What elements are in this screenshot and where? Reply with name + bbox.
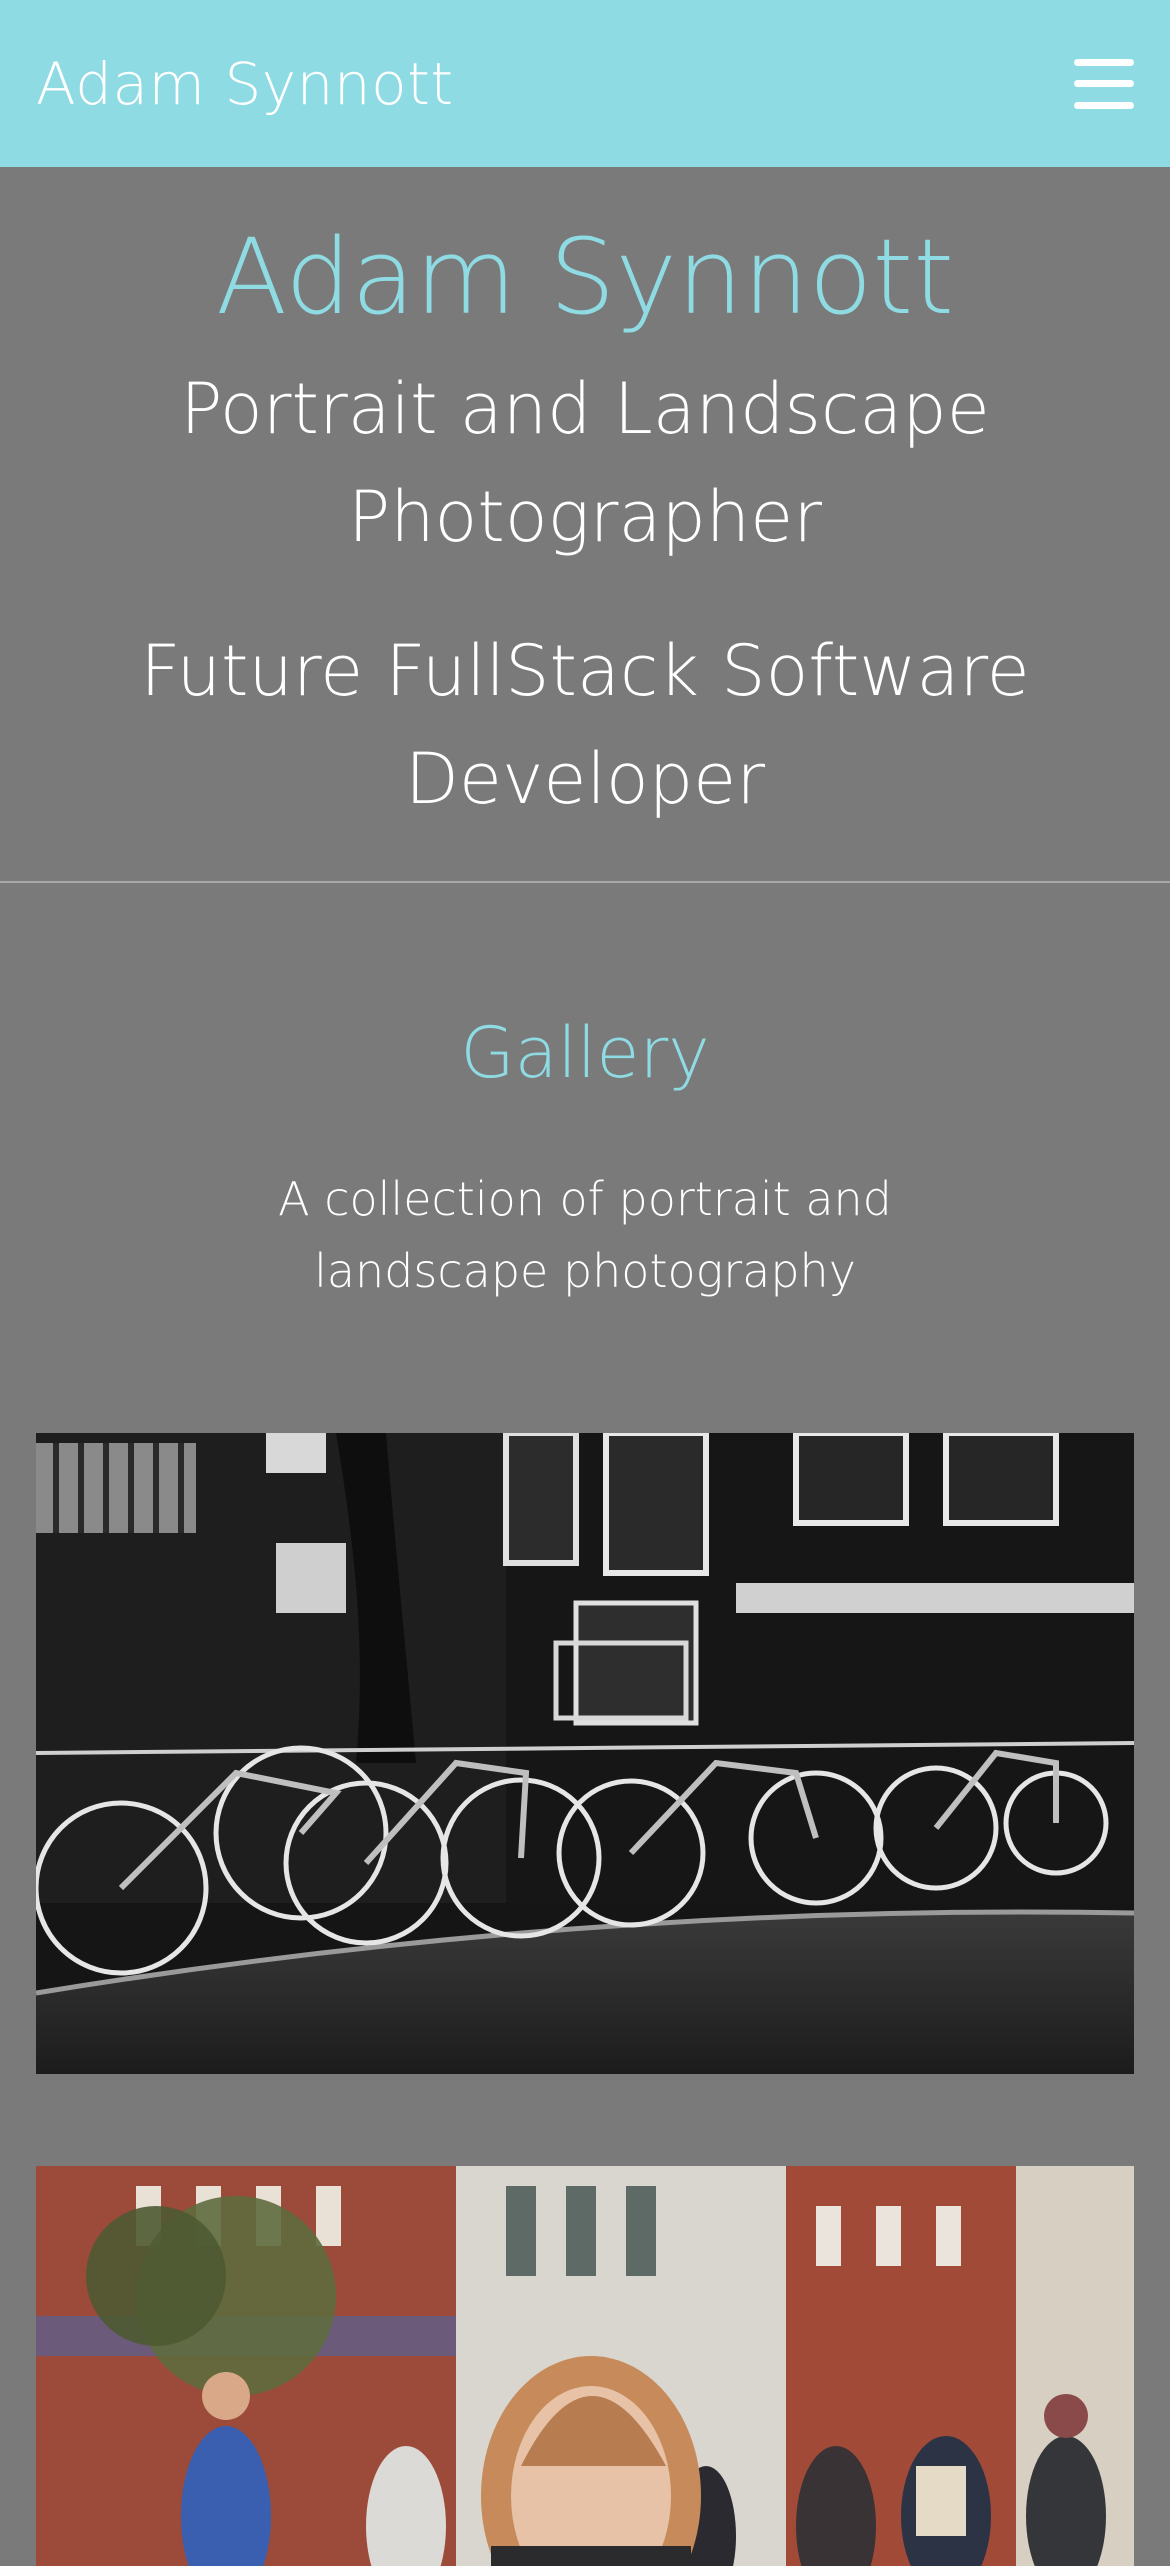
gallery-photo-street-portrait[interactable] <box>36 2166 1134 2566</box>
gallery-section: Gallery A collection of portrait and lan… <box>0 883 1170 1307</box>
gallery-description: A collection of portrait and landscape p… <box>278 1172 892 1298</box>
bicycles-photo-image <box>36 1433 1134 2074</box>
hero-subtitle-secondary: Future FullStack Software Developer <box>140 630 1030 820</box>
hamburger-menu-icon[interactable] <box>1074 58 1134 109</box>
gallery-photo-bicycles[interactable] <box>36 1433 1134 2074</box>
gallery-title: Gallery <box>460 1012 710 1094</box>
hero-title: Adam Synnott <box>215 216 954 338</box>
hero-section: Adam Synnott Portrait and Landscape Phot… <box>0 167 1170 883</box>
navbar-brand[interactable]: Adam Synnott <box>36 50 454 118</box>
street-portrait-photo-image <box>36 2166 1134 2566</box>
navbar: Adam Synnott <box>0 0 1170 167</box>
hero-subtitle: Portrait and Landscape Photographer <box>180 368 990 558</box>
